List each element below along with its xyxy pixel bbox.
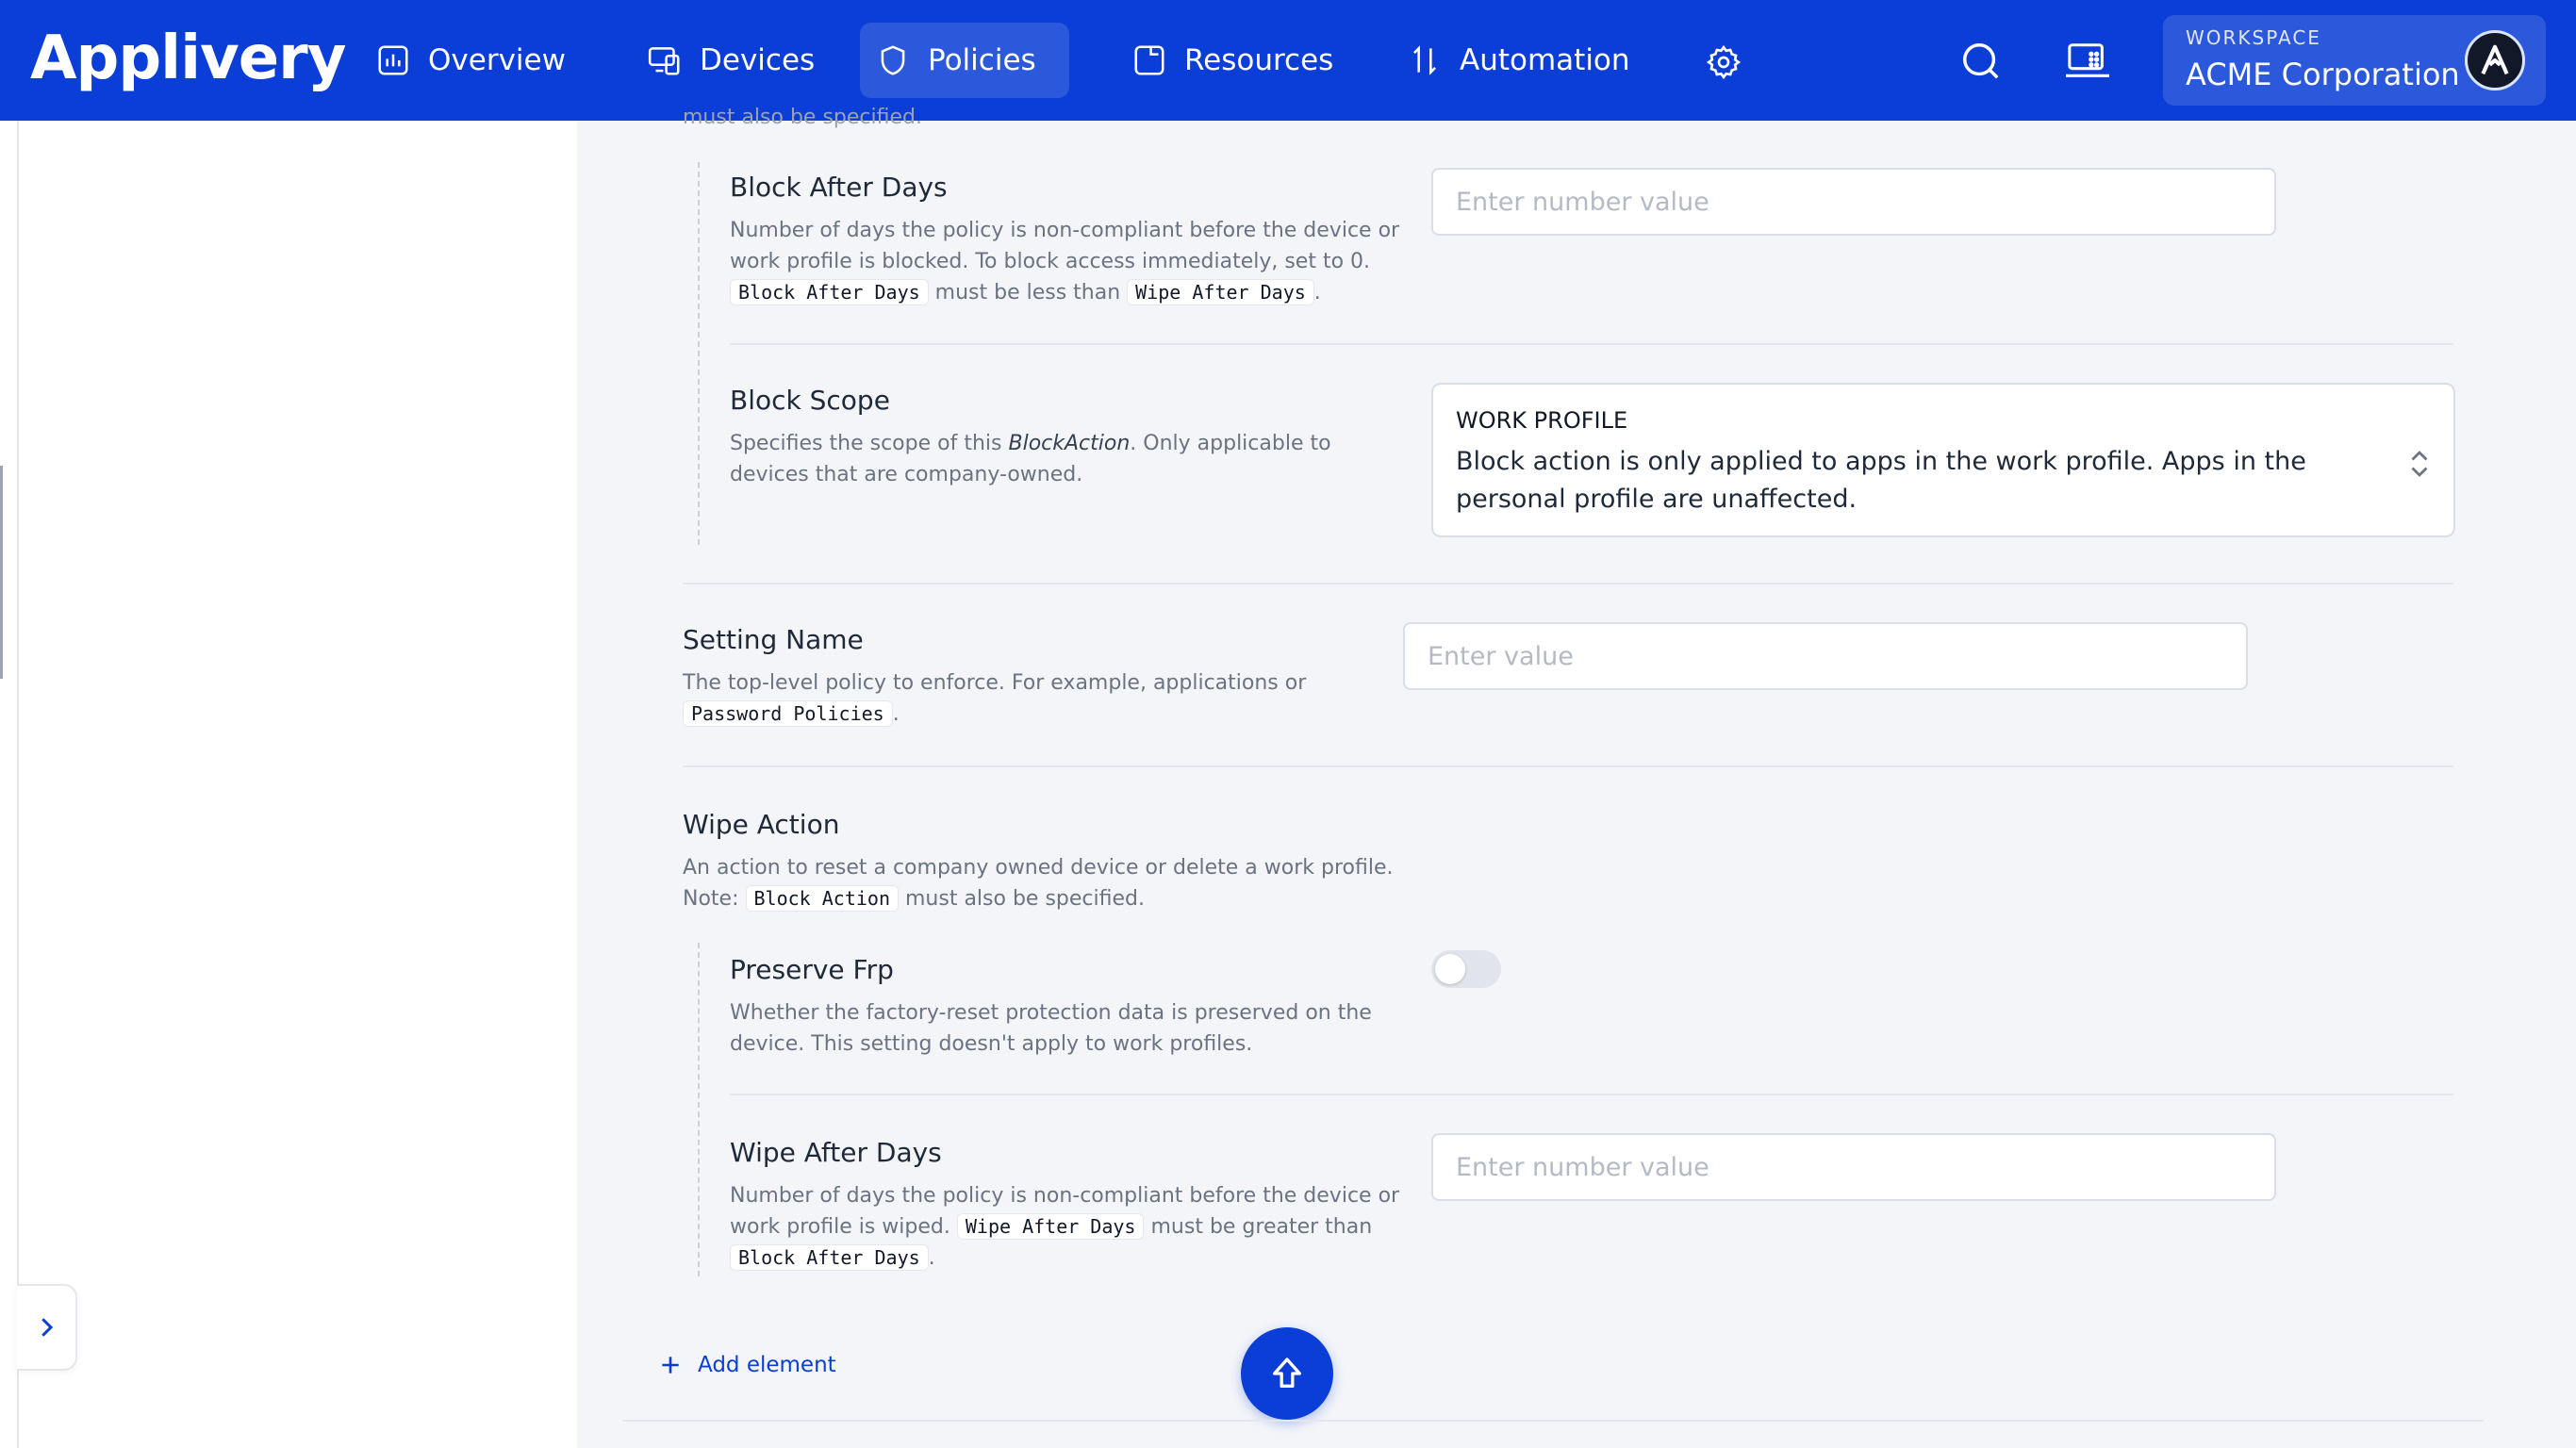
divider (730, 343, 2453, 345)
block-scope-title: Block Scope (730, 385, 890, 416)
expand-sidebar-button[interactable] (17, 1284, 77, 1371)
setting-name-input[interactable]: Enter value (1403, 622, 2248, 690)
nav-devices[interactable]: Devices (632, 23, 830, 98)
cut-off-text: must also be specified. (683, 106, 922, 129)
device-list-icon[interactable] (2063, 40, 2112, 83)
block-scope-select[interactable]: WORK PROFILE Block action is only applie… (1431, 383, 2455, 537)
automation-icon (1413, 45, 1436, 75)
divider (730, 1094, 2453, 1095)
arrow-up-icon (1273, 1358, 1301, 1388)
block-scope-selected-title: WORK PROFILE (1456, 407, 1628, 434)
wipe-action-description: An action to reset a company owned devic… (683, 856, 1394, 912)
nav-policies-label: Policies (928, 43, 1036, 77)
nested-group-line (698, 943, 700, 1276)
top-navbar: Applivery Overview Devices Policies Reso… (0, 0, 2576, 121)
block-scope-selected-description: Block action is only applied to apps in … (1456, 447, 2306, 514)
code-snippet: Password Policies (683, 700, 893, 727)
nav-resources-label: Resources (1184, 43, 1334, 77)
nav-devices-label: Devices (700, 43, 816, 77)
code-snippet: Wipe After Days (956, 1213, 1145, 1240)
add-element-button[interactable]: Add element (658, 1348, 836, 1382)
devices-icon (648, 47, 680, 75)
workspace-switcher[interactable]: WORKSPACE ACME Corporation (2163, 15, 2546, 106)
wipe-after-days-description: Number of days the policy is non-complia… (730, 1184, 1400, 1271)
scroll-to-top-button[interactable] (1241, 1327, 1333, 1420)
app-logo[interactable]: Applivery (30, 21, 346, 96)
divider (683, 765, 2453, 767)
left-sidebar (19, 121, 577, 1448)
setting-name-placeholder: Enter value (1428, 641, 1574, 671)
nav-overview[interactable]: Overview (360, 23, 581, 98)
wipe-action-title: Wipe Action (683, 809, 840, 840)
workspace-name: ACME Corporation (2186, 57, 2460, 92)
divider (683, 583, 2453, 584)
toggle-knob (1435, 954, 1465, 984)
block-after-days-placeholder: Enter number value (1456, 187, 1709, 217)
nav-overview-label: Overview (428, 43, 566, 77)
wipe-after-days-input[interactable]: Enter number value (1431, 1133, 2276, 1201)
scroll-indicator (0, 466, 3, 679)
workspace-label: WORKSPACE (2186, 26, 2321, 49)
chevron-right-icon (41, 1318, 54, 1337)
sidebar-border (17, 121, 19, 1448)
wipe-after-days-title: Wipe After Days (730, 1137, 942, 1168)
plus-icon (662, 1357, 679, 1374)
preserve-frp-title: Preserve Frp (730, 954, 894, 985)
nav-automation[interactable]: Automation (1392, 23, 1645, 98)
chart-icon (378, 45, 408, 75)
nested-group-line (698, 162, 700, 545)
code-snippet: Block After Days (730, 1244, 929, 1271)
code-snippet: Wipe After Days (1127, 279, 1314, 305)
divider (622, 1420, 2484, 1422)
setting-name-description: The top-level policy to enforce. For exa… (683, 671, 1307, 727)
logo-a-icon (2481, 44, 2509, 75)
block-after-days-input[interactable]: Enter number value (1431, 168, 2276, 236)
code-snippet: Block After Days (730, 279, 929, 305)
folder-icon (1134, 45, 1164, 75)
nav-automation-label: Automation (1460, 43, 1630, 77)
code-snippet: Block Action (745, 885, 899, 912)
workspace-avatar[interactable] (2465, 30, 2525, 90)
block-after-days-title: Block After Days (730, 172, 948, 203)
chevron-up-down-icon (2411, 451, 2428, 477)
gear-icon[interactable] (1705, 43, 1742, 81)
nav-policies[interactable]: Policies (860, 23, 1069, 98)
add-element-label: Add element (698, 1353, 836, 1377)
nav-resources[interactable]: Resources (1116, 23, 1348, 98)
search-icon[interactable] (1959, 40, 2003, 83)
block-after-days-description: Number of days the policy is non-complia… (730, 219, 1400, 305)
preserve-frp-description: Whether the factory-reset protection dat… (730, 1001, 1372, 1056)
shield-icon (881, 45, 905, 75)
block-scope-description: Specifies the scope of this BlockAction.… (730, 432, 1331, 486)
setting-name-title: Setting Name (683, 624, 864, 655)
wipe-after-days-placeholder: Enter number value (1456, 1152, 1709, 1182)
preserve-frp-toggle[interactable] (1431, 950, 1501, 988)
